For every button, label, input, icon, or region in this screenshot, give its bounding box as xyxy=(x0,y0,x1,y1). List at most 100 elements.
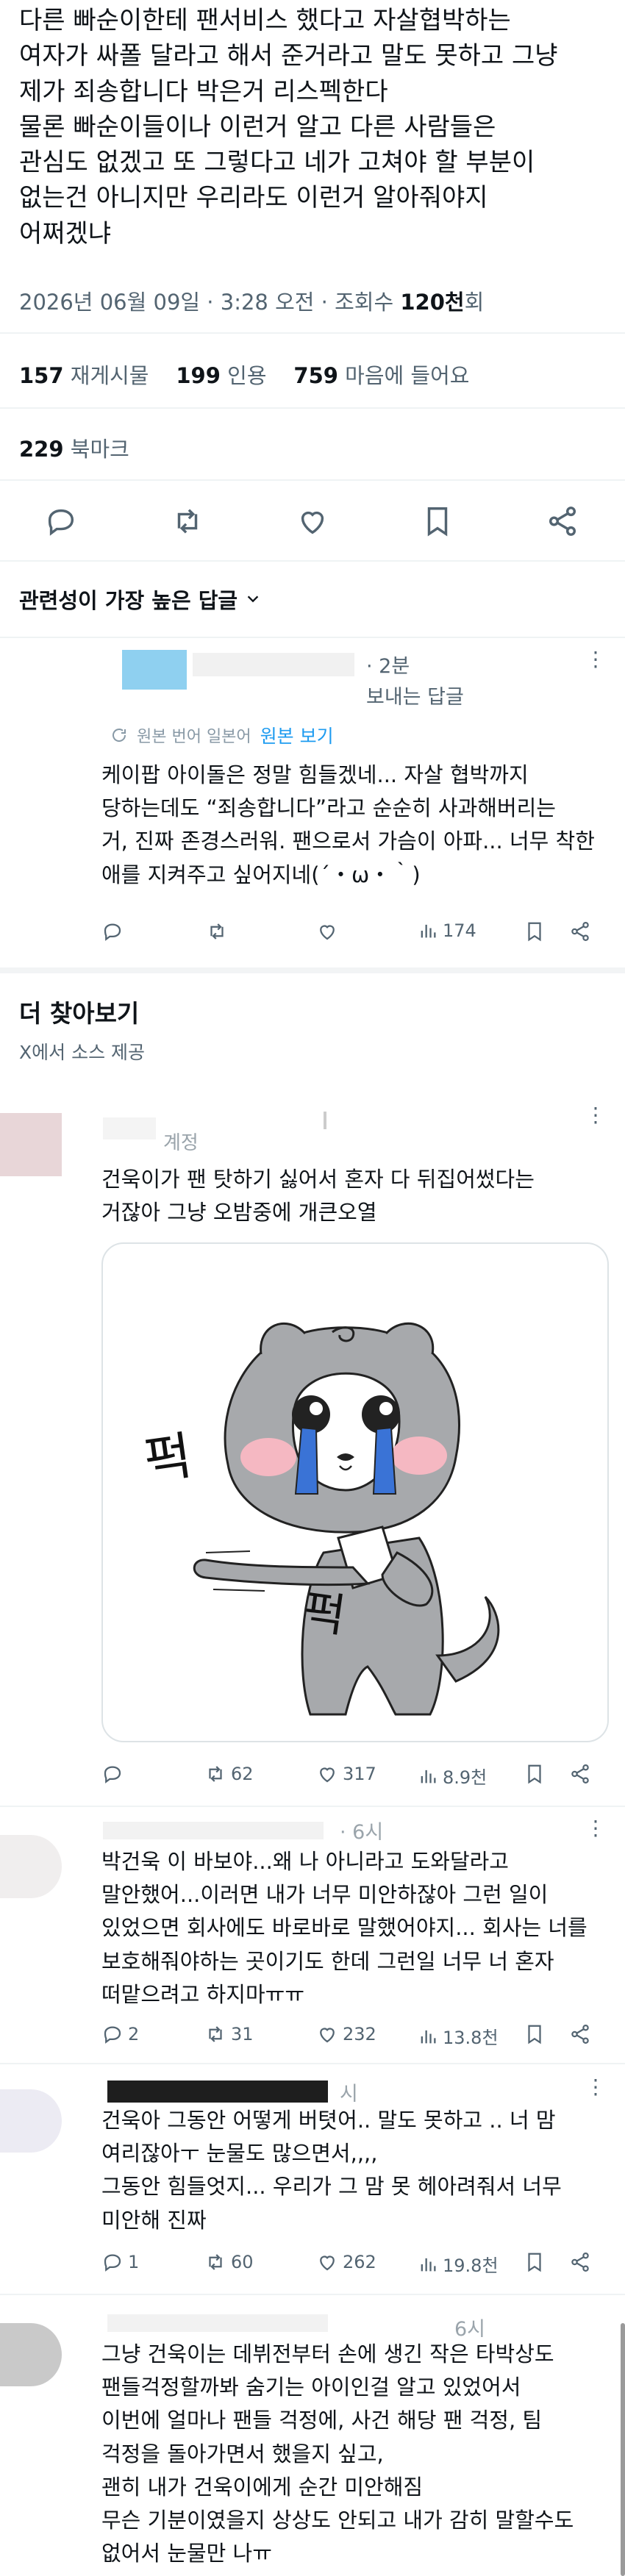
reply-stat[interactable]: 2 xyxy=(101,2023,139,2045)
avatar[interactable] xyxy=(122,650,187,690)
post-image[interactable]: 퍽 퍽 xyxy=(101,1242,609,1742)
views-stat[interactable]: 19.8천 xyxy=(418,2251,499,2277)
repost-stat[interactable]: 31 xyxy=(204,2023,254,2045)
engagement-stats: 157 재게시물 199 인용 759 마음에 들어요 xyxy=(19,359,469,390)
reply-time: · 2분 xyxy=(366,655,410,678)
more-options-icon[interactable]: ⋮ xyxy=(585,1103,607,1127)
bookmarks-stat[interactable]: 229 북마크 xyxy=(19,432,129,463)
like-stat[interactable]: 317 xyxy=(316,1763,376,1785)
like-icon[interactable] xyxy=(296,504,329,538)
post-line: 떠맡으려고 하지마ㅠㅠ xyxy=(101,1981,305,2007)
post-line: 거잖아 그냥 오밤중에 개큰오열 xyxy=(101,1200,377,1226)
sound-effect-text: 퍽 xyxy=(140,1425,196,1492)
translate-icon xyxy=(113,729,126,742)
bookmark-icon[interactable] xyxy=(524,2251,546,2273)
post-line: 박건욱 이 바보야...왜 나 아니라고 도와달라고 xyxy=(101,1849,509,1874)
more-options-icon[interactable]: ⋮ xyxy=(585,647,607,671)
reply-line: 케이팝 아이돌은 정말 힘들겠네... 자살 협박까지 xyxy=(101,762,529,787)
views-count: 174 xyxy=(443,920,476,941)
tweet-line: 물론 빠순이들이나 이런거 알고 다른 사람들은 xyxy=(19,112,496,142)
share-icon[interactable] xyxy=(569,2251,591,2273)
repost-icon xyxy=(209,2254,222,2270)
more-options-icon[interactable]: ⋮ xyxy=(585,1816,607,1840)
avatar[interactable] xyxy=(0,1113,62,1176)
repost-icon xyxy=(209,2026,222,2042)
redacted-username xyxy=(103,1117,156,1139)
tweet-line: 어쩌겠냐 xyxy=(19,218,112,248)
reply-line: 거, 진짜 존경스러워. 팬으로서 가슴이 아파... 너무 착한 xyxy=(101,829,595,854)
post-line: 있었으면 회사에도 바로바로 말했어야지... 회사는 너를 xyxy=(101,1915,588,1941)
reposts-stat[interactable]: 157 재게시물 xyxy=(19,363,149,388)
tweet-line: 여자가 싸폴 달라고 해서 준거라고 말도 못하고 그냥 xyxy=(19,41,558,71)
reply-icon xyxy=(104,2254,121,2272)
avatar[interactable] xyxy=(0,1835,62,1898)
views-stat[interactable]: 13.8천 xyxy=(418,2023,499,2049)
sound-effect-text: 퍽 xyxy=(300,1584,349,1643)
post-line: 건욱이가 팬 탓하기 싫어서 혼자 다 뒤집어썼다는 xyxy=(101,1167,535,1192)
reply-text: 케이팝 아이돌은 정말 힘들겠네... 자살 협박까지 당하는데도 “죄송합니다… xyxy=(101,759,616,892)
repost-stat[interactable]: 60 xyxy=(204,2251,254,2273)
like-stat[interactable]: 232 xyxy=(316,2023,376,2045)
reply-icon[interactable] xyxy=(44,504,78,538)
redacted-username xyxy=(193,653,354,676)
more-options-icon[interactable]: ⋮ xyxy=(585,2075,607,2099)
quotes-stat[interactable]: 199 인용 xyxy=(176,363,266,388)
post-text: 건욱아 그동안 어떻게 버텻어.. 말도 못하고 .. 너 맘 여리잖아ㅜ 눈물… xyxy=(101,2104,616,2237)
reply-count: 1 xyxy=(128,2252,140,2272)
post-line: 그냥 건욱이는 데뷔전부터 손에 생긴 작은 타박상도 xyxy=(101,2341,554,2366)
views-stat[interactable]: 174 xyxy=(418,920,476,941)
post-time: · 6시 xyxy=(340,1821,384,1844)
share-icon[interactable] xyxy=(569,1763,591,1785)
chevron-down-icon xyxy=(247,595,259,603)
post-text: 박건욱 이 바보야...왜 나 아니라고 도와달라고 말안했어...이러면 내가… xyxy=(101,1845,616,2011)
tweet-timestamp[interactable]: 2026년 06월 09일 · 3:28 오전 · 조회수 xyxy=(19,290,400,315)
share-icon[interactable] xyxy=(569,2023,591,2045)
bookmark-icon[interactable] xyxy=(421,504,454,538)
reply-icon[interactable] xyxy=(101,1763,124,1785)
tweet-text: 다른 빠순이한테 팬서비스 했다고 자살협박하는 여자가 싸폴 달라고 해서 준… xyxy=(19,3,607,251)
redacted-username xyxy=(107,2081,328,2103)
post-line: 걱정을 돌아가면서 했을지 싶고, xyxy=(101,2441,384,2466)
tweet-meta: 2026년 06월 09일 · 3:28 오전 · 조회수 120천회 xyxy=(19,285,484,316)
like-icon xyxy=(320,2028,335,2043)
post-line: 미안해 진짜 xyxy=(101,2207,207,2233)
like-icon xyxy=(320,2255,335,2271)
likes-stat[interactable]: 759 마음에 들어요 xyxy=(293,363,469,388)
tweet-line: 제가 죄송합니다 박은거 리스펙한다 xyxy=(19,76,388,107)
bookmark-icon[interactable] xyxy=(524,920,546,942)
explore-title: 더 찾아보기 xyxy=(19,999,140,1028)
repost-count: 60 xyxy=(231,2252,254,2272)
repost-icon[interactable] xyxy=(206,920,228,942)
like-icon[interactable] xyxy=(316,920,338,942)
views-stat[interactable]: 8.9천 xyxy=(418,1763,487,1789)
like-count: 317 xyxy=(343,1764,376,1784)
tweet-line: 다른 빠순이한테 팬서비스 했다고 자살협박하는 xyxy=(19,6,511,35)
reply-icon xyxy=(104,2026,121,2044)
view-count: 120천 xyxy=(400,290,465,315)
reply-sort-dropdown[interactable]: 관련성이 가장 높은 답글 xyxy=(19,584,261,615)
repost-icon[interactable] xyxy=(171,504,204,538)
repost-stat[interactable]: 62 xyxy=(204,1763,254,1785)
post-line: 말안했어...이러면 내가 너무 미안하잖아 그런 일이 xyxy=(101,1882,549,1908)
views-icon xyxy=(421,1770,436,1783)
views-count: 8.9천 xyxy=(443,1767,488,1788)
reply-stat[interactable]: 1 xyxy=(101,2251,139,2273)
reply-sort-label: 관련성이 가장 높은 답글 xyxy=(19,588,238,613)
post-line: 건욱아 그동안 어떻게 버텻어.. 말도 못하고 .. 너 맘 xyxy=(101,2108,556,2133)
post-time: 계정 xyxy=(163,1132,199,1154)
like-stat[interactable]: 262 xyxy=(316,2251,376,2273)
show-original-link[interactable]: 원본 보기 xyxy=(260,722,334,748)
reply-to-label: 보내는 답글 xyxy=(366,686,464,709)
avatar[interactable] xyxy=(0,2323,62,2386)
share-icon[interactable] xyxy=(546,504,579,538)
bookmark-icon[interactable] xyxy=(524,1763,546,1785)
translated-from-label: 원본 번어 일본어 xyxy=(137,728,251,746)
share-icon[interactable] xyxy=(569,920,591,942)
reply-icon[interactable] xyxy=(101,920,124,942)
bookmark-icon[interactable] xyxy=(524,2023,546,2045)
post-line: 무슨 기분이였을지 상상도 안되고 내가 감히 말할수도 xyxy=(101,2508,574,2533)
avatar[interactable] xyxy=(0,2089,62,2153)
scrollbar[interactable] xyxy=(621,2323,625,2576)
views-icon xyxy=(421,2258,436,2271)
redacted-username xyxy=(107,2314,328,2332)
